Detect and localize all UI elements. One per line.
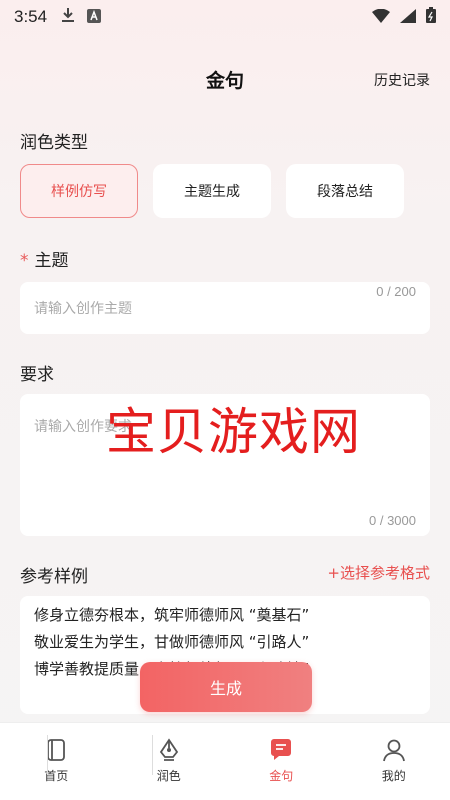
topic-label: 主题 bbox=[34, 251, 69, 271]
requirement-counter: 0 / 3000 bbox=[369, 513, 416, 528]
type-option-sample-imitation[interactable]: 样例仿写 bbox=[20, 164, 138, 218]
status-bar: 3:54 bbox=[0, 0, 450, 34]
reference-line: 敬业爱生为学生，甘做师德师风 “引路人” bbox=[34, 633, 310, 651]
requirement-input[interactable]: 请输入创作要求 0 / 3000 bbox=[20, 394, 430, 536]
reference-label: 参考样例 bbox=[20, 567, 88, 587]
battery-icon bbox=[426, 7, 436, 27]
required-mark: * bbox=[20, 251, 29, 271]
tab-label: 润色 bbox=[156, 769, 181, 783]
tab-golden-sentence[interactable]: 金句 bbox=[225, 723, 338, 800]
tab-label: 我的 bbox=[381, 769, 406, 783]
topic-label-wrap: * 主题 bbox=[20, 246, 69, 271]
tab-polish[interactable]: 润色 bbox=[113, 723, 226, 800]
topic-input[interactable]: 0 / 200 请输入创作主题 bbox=[20, 282, 430, 334]
type-option-topic-generation[interactable]: 主题生成 bbox=[153, 164, 271, 218]
polish-type-label: 润色类型 bbox=[20, 133, 88, 153]
download-icon bbox=[61, 7, 75, 27]
signal-icon bbox=[400, 8, 416, 27]
generate-button[interactable]: 生成 bbox=[140, 662, 312, 712]
reference-line: 修身立德夯根本，筑牢师德师风 “奠基石” bbox=[34, 606, 310, 624]
status-time: 3:54 bbox=[14, 7, 48, 26]
bottom-tab-bar: 首页 润色 金句 我的 bbox=[0, 722, 450, 800]
pen-nib-icon bbox=[156, 737, 182, 763]
wifi-icon bbox=[372, 8, 390, 27]
tab-mine[interactable]: 我的 bbox=[338, 723, 450, 800]
requirement-label: 要求 bbox=[20, 365, 54, 385]
tab-label: 金句 bbox=[269, 769, 294, 783]
tab-home[interactable]: 首页 bbox=[0, 723, 113, 800]
requirement-placeholder: 请输入创作要求 bbox=[34, 419, 132, 435]
header: 金句 历史记录 bbox=[0, 58, 450, 98]
chat-bubble-icon bbox=[268, 737, 294, 763]
topic-counter: 0 / 200 bbox=[376, 284, 416, 299]
tab-divider bbox=[152, 735, 153, 775]
user-icon bbox=[381, 737, 407, 763]
app-a-icon bbox=[87, 8, 102, 27]
tab-divider bbox=[47, 735, 48, 775]
topic-placeholder: 请输入创作主题 bbox=[34, 301, 132, 317]
history-link[interactable]: 历史记录 bbox=[374, 70, 430, 90]
select-reference-format-link[interactable]: +选择参考格式 bbox=[327, 562, 430, 583]
type-option-paragraph-summary[interactable]: 段落总结 bbox=[286, 164, 404, 218]
